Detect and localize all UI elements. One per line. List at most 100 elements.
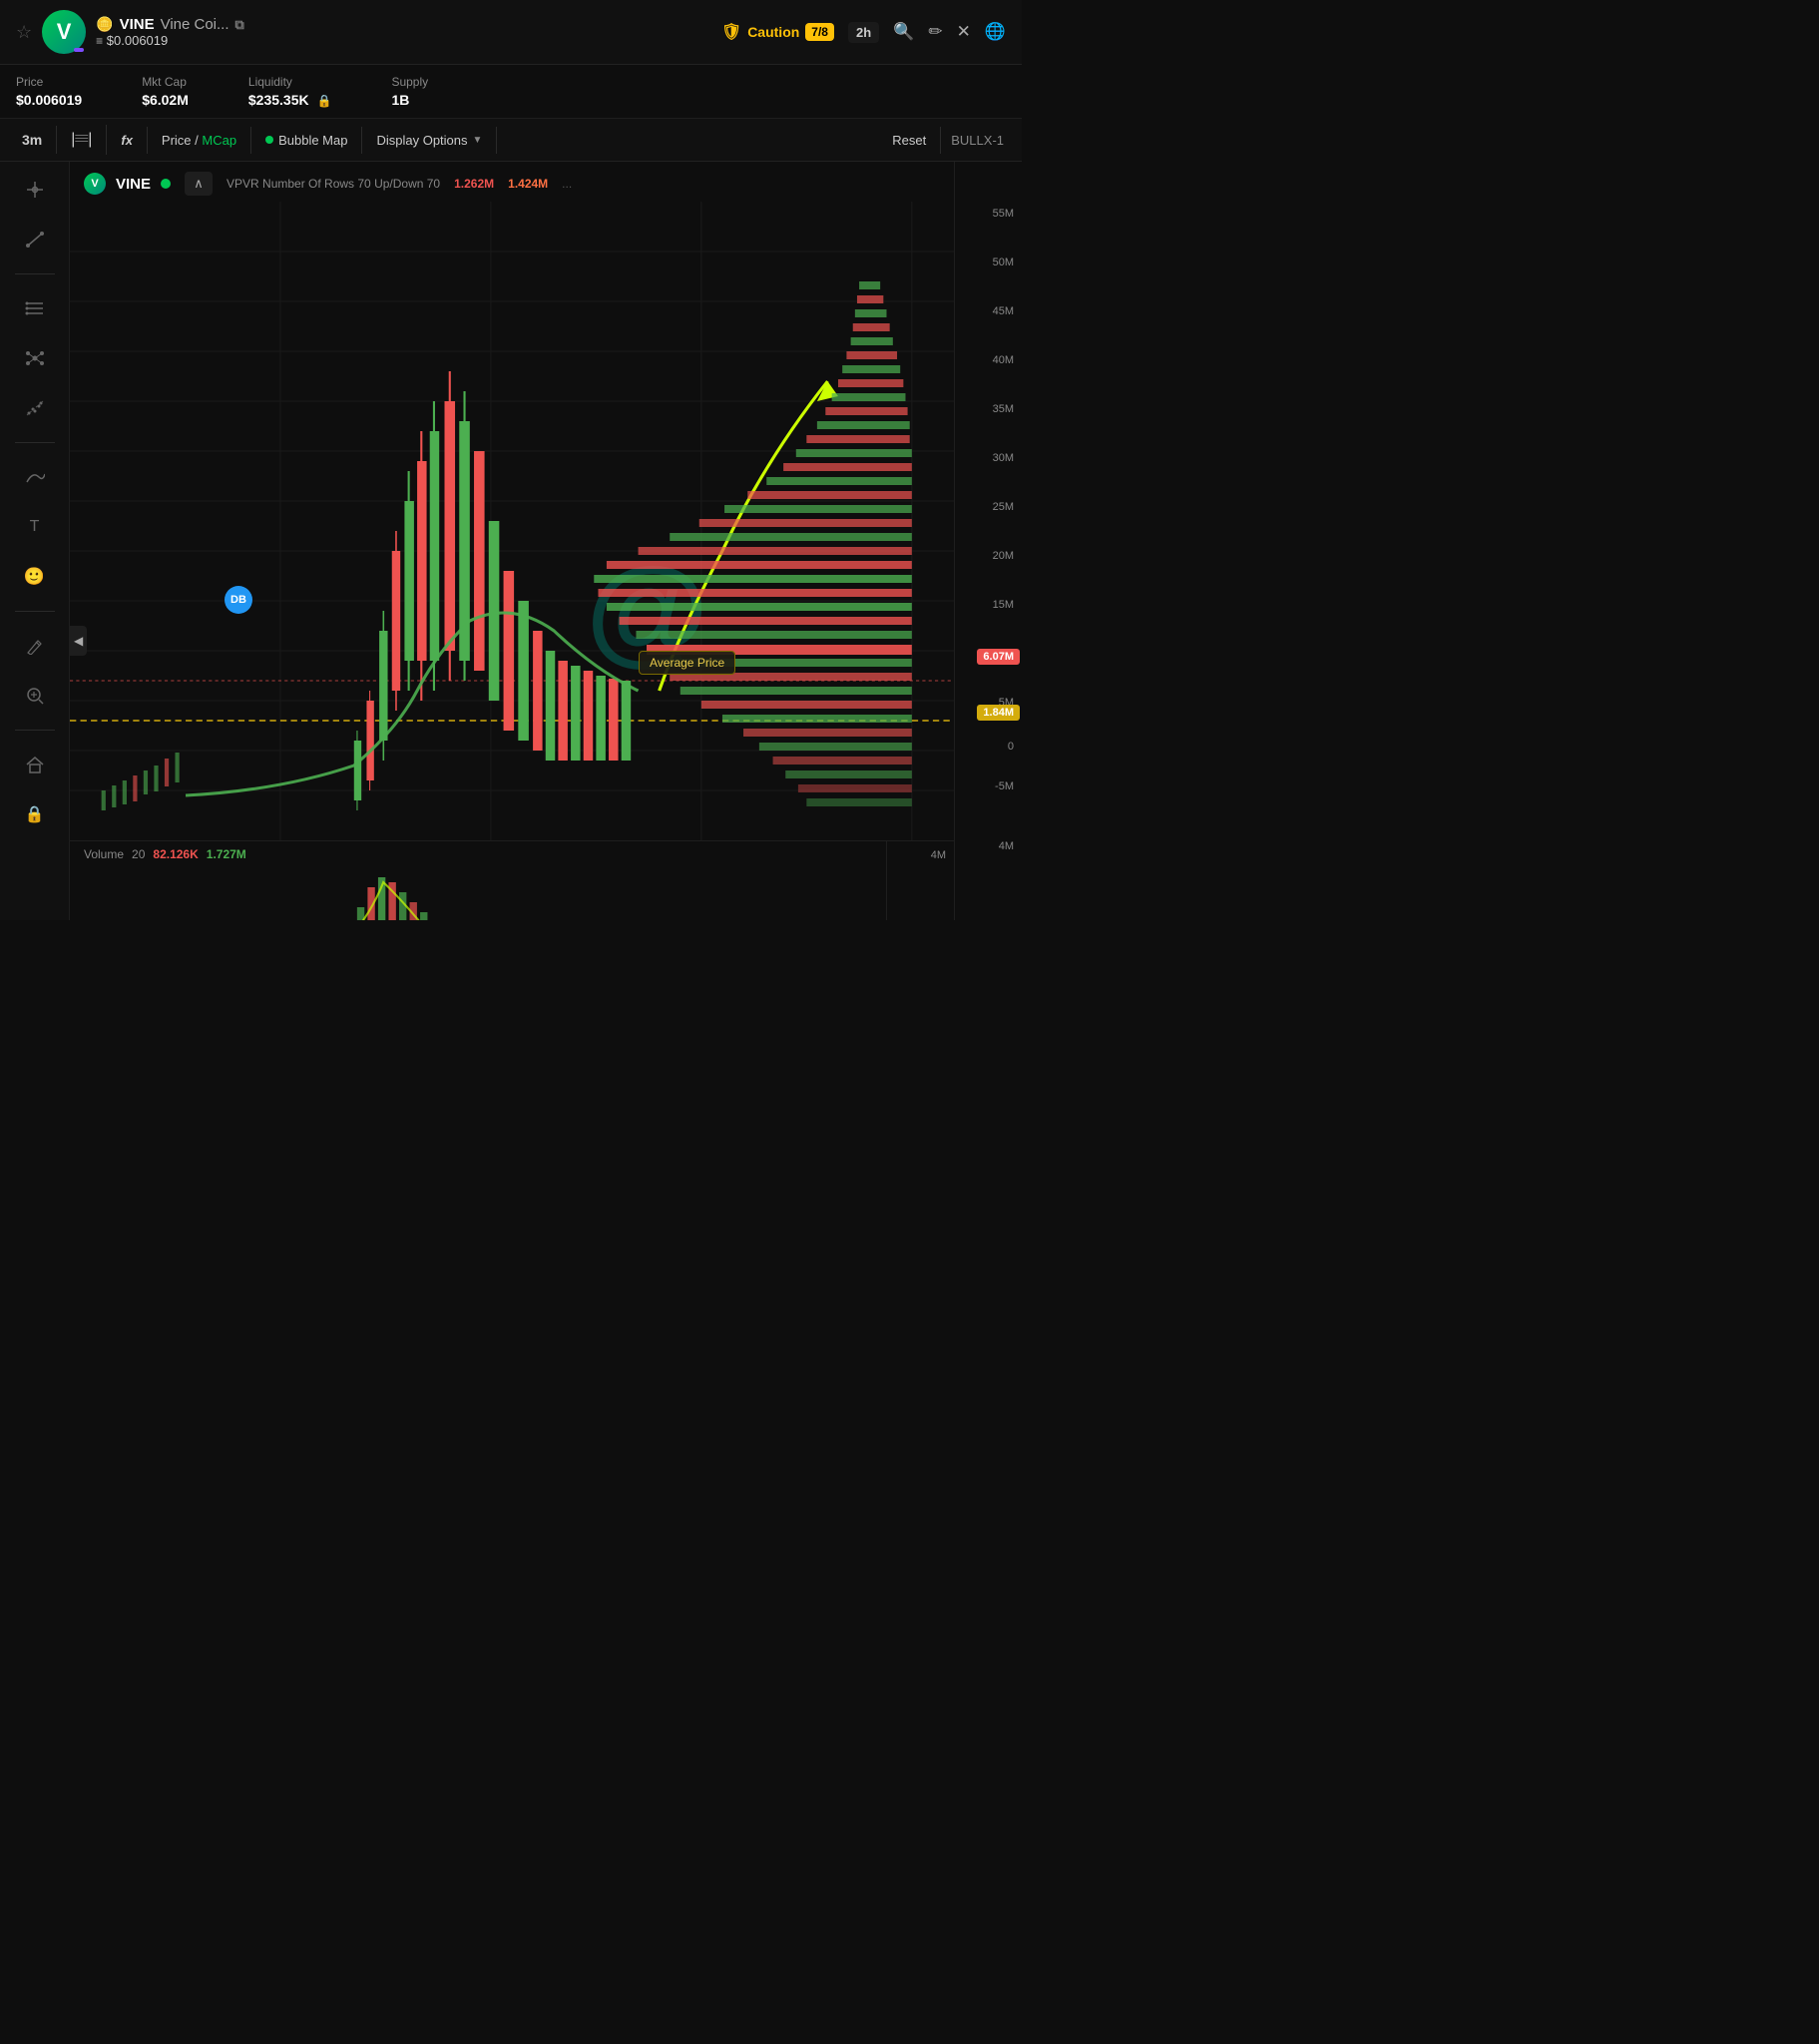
mktcap-value: $6.02M <box>142 92 189 108</box>
zoom-in-tool[interactable] <box>19 680 51 712</box>
volume-main: Volume 20 82.126K 1.727M <box>70 841 886 920</box>
price-mcap-toggle[interactable]: Price / MCap <box>148 127 251 154</box>
main-chart-svg: @ <box>70 202 954 840</box>
supply-value: 1B <box>391 92 428 108</box>
price-25m: 25M <box>993 501 1022 513</box>
token-coin-icon: 🪙 <box>96 16 113 33</box>
display-options-button[interactable]: Display Options ▼ <box>362 127 497 154</box>
db-badge[interactable]: DB <box>225 586 252 614</box>
search-icon[interactable]: 🔍 <box>893 22 914 42</box>
liquidity-lock-icon: 🔒 <box>317 94 332 108</box>
close-icon[interactable]: ✕ <box>957 22 971 42</box>
price-30m: 30M <box>993 452 1022 464</box>
token-header-price: ≡ $0.006019 <box>96 33 244 48</box>
scatter-tool[interactable] <box>19 392 51 424</box>
tool-separator-2 <box>15 442 55 443</box>
chart-collapse-button[interactable]: ∧ <box>185 172 213 196</box>
token-name-row: 🪙 VINE Vine Coi... ⧉ <box>96 16 244 33</box>
price-15m: 15M <box>993 599 1022 611</box>
curve-tool[interactable] <box>19 461 51 493</box>
header-right: 🛡 Caution 7/8 2h 🔍 ✏ ✕ 🌐 <box>721 22 1006 43</box>
chart-svg-area[interactable]: @ <box>70 202 954 840</box>
reset-button[interactable]: Reset <box>878 127 941 154</box>
price-55m: 55M <box>993 208 1022 220</box>
price-value: $0.006019 <box>16 92 82 108</box>
price-neg5m: -5M <box>995 780 1022 792</box>
highlighted-price-label: 6.07M <box>977 649 1020 665</box>
price-45m: 45M <box>993 305 1022 317</box>
chart-container: T 🙂 🔒 ◀ V VINE ∧ VPVR Number Of Rows 70 … <box>0 162 1022 920</box>
text-tool[interactable]: T <box>19 511 51 543</box>
pencil-tool[interactable] <box>19 630 51 662</box>
price-label: Price <box>16 75 82 89</box>
chart-main[interactable]: ◀ V VINE ∧ VPVR Number Of Rows 70 Up/Dow… <box>70 162 954 920</box>
node-graph-tool[interactable] <box>19 342 51 374</box>
emoji-tool[interactable]: 🙂 <box>19 561 51 593</box>
vpvr-info: VPVR Number Of Rows 70 Up/Down 70 <box>227 177 440 191</box>
lock-tool[interactable]: 🔒 <box>19 798 51 830</box>
avg-price-axis-label: 1.84M <box>977 705 1020 721</box>
tool-separator-4 <box>15 730 55 731</box>
chart-toolbar: 3m |𝄘| fx Price / MCap Bubble Map Displa… <box>0 119 1022 162</box>
chart-header: V VINE ∧ VPVR Number Of Rows 70 Up/Down … <box>70 162 954 202</box>
volume-header: Volume 20 82.126K 1.727M <box>84 847 872 861</box>
tool-separator-3 <box>15 611 55 612</box>
stat-liquidity: Liquidity $235.35K 🔒 <box>248 75 332 108</box>
home-tool[interactable] <box>19 749 51 780</box>
price-40m: 40M <box>993 354 1022 366</box>
price-50m: 50M <box>993 256 1022 268</box>
chart-token-name: VINE <box>116 176 151 193</box>
caution-badge: 🛡 Caution 7/8 <box>721 22 834 42</box>
trend-line-tool[interactable] <box>19 224 51 256</box>
stat-supply: Supply 1B <box>391 75 428 108</box>
caution-score: 7/8 <box>805 23 834 41</box>
price-35m: 35M <box>993 403 1022 415</box>
vpvr-value-1: 1.262M <box>454 177 494 191</box>
volume-collapse-button[interactable]: ◀ <box>70 626 87 656</box>
vol-axis-4m: 4M <box>999 840 1022 852</box>
token-info: 🪙 VINE Vine Coi... ⧉ ≡ $0.006019 <box>96 16 244 48</box>
app-header: ☆ V 🪙 VINE Vine Coi... ⧉ ≡ $0.006019 🛡 C… <box>0 0 1022 65</box>
volume-chart-svg <box>84 867 872 920</box>
price-axis: 55M 50M 45M 40M 35M 30M 25M 20M 15M 10M … <box>954 162 1022 920</box>
shield-icon: 🛡 <box>721 22 741 42</box>
token-logo: V <box>42 10 86 54</box>
globe-icon[interactable]: 🌐 <box>985 22 1006 42</box>
mktcap-label: Mkt Cap <box>142 75 189 89</box>
token-full-name: Vine Coi... <box>161 16 229 33</box>
vpvr-value-2: 1.424M <box>508 177 548 191</box>
timeframe-badge[interactable]: 2h <box>848 22 879 43</box>
price-20m: 20M <box>993 550 1022 562</box>
chart-live-dot <box>161 179 171 189</box>
price-0: 0 <box>1008 741 1022 753</box>
liquidity-label: Liquidity <box>248 75 332 89</box>
formula-button[interactable]: fx <box>107 127 148 154</box>
header-icons: 🔍 ✏ ✕ 🌐 <box>893 22 1006 42</box>
edit-icon[interactable]: ✏ <box>928 22 942 42</box>
caution-label: Caution <box>747 24 799 40</box>
tool-separator-1 <box>15 273 55 274</box>
timeframe-selector[interactable]: 3m <box>8 126 57 154</box>
volume-period: 20 <box>132 847 145 861</box>
volume-red-value: 82.126K <box>153 847 198 861</box>
bullx-label: BULLX-1 <box>941 127 1014 154</box>
supply-label: Supply <box>391 75 428 89</box>
chart-token-logo: V <box>84 173 106 195</box>
volume-label: Volume <box>84 847 124 861</box>
candle-type-button[interactable]: |𝄘| <box>57 125 107 155</box>
volume-green-value: 1.727M <box>207 847 246 861</box>
token-ticker: VINE <box>120 16 155 33</box>
stat-mktcap: Mkt Cap $6.02M <box>142 75 189 108</box>
crosshair-tool[interactable] <box>19 174 51 206</box>
volume-section: Volume 20 82.126K 1.727M <box>70 840 954 920</box>
horizontal-lines-tool[interactable] <box>19 292 51 324</box>
chevron-down-icon: ▼ <box>473 135 483 146</box>
volume-right-axis: 4M 0 <box>886 841 954 920</box>
volume-axis-top: 4M <box>887 849 954 861</box>
copy-icon[interactable]: ⧉ <box>235 17 244 33</box>
sidebar-tools: T 🙂 🔒 <box>0 162 70 920</box>
liquidity-value: $235.35K 🔒 <box>248 92 332 108</box>
favorite-icon[interactable]: ☆ <box>16 22 32 43</box>
bubble-map-button[interactable]: Bubble Map <box>251 127 362 154</box>
header-left: ☆ V 🪙 VINE Vine Coi... ⧉ ≡ $0.006019 <box>16 10 244 54</box>
